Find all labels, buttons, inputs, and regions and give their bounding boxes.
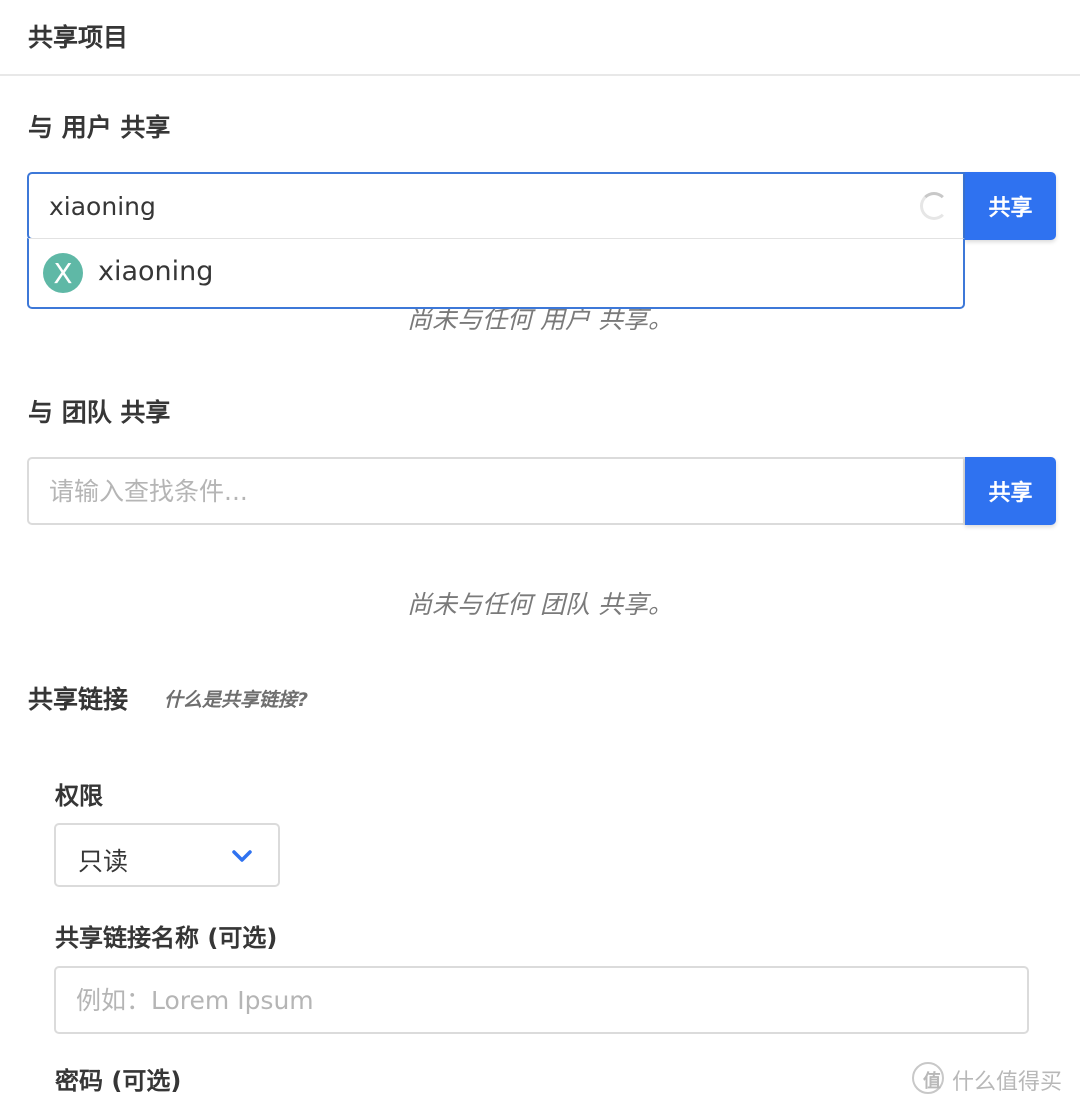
avatar-initial-icon: X: [53, 257, 72, 290]
page-title: 共享项目: [28, 23, 129, 52]
permission-label: 权限: [55, 782, 103, 810]
user-search-input[interactable]: [27, 172, 965, 240]
share-with-team-button[interactable]: 共享: [965, 457, 1056, 525]
chevron-down-icon: [232, 850, 252, 862]
team-search-input[interactable]: [27, 457, 965, 525]
share-link-name-label: 共享链接名称 (可选): [55, 924, 278, 952]
avatar: X: [43, 253, 83, 293]
team-share-row: 共享: [27, 457, 1056, 525]
permission-select-value: 只读: [78, 847, 129, 876]
watermark-logo-icon: 值: [912, 1062, 944, 1094]
loading-spinner-icon: [920, 192, 948, 220]
avatar-initial: X: [53, 257, 72, 290]
share-link-name-input[interactable]: [54, 966, 1029, 1034]
share-link-title: 共享链接: [28, 685, 129, 714]
permission-select[interactable]: 只读: [54, 823, 280, 887]
share-link-help-link[interactable]: 什么是共享链接?: [164, 685, 308, 712]
share-with-user-button[interactable]: 共享: [965, 172, 1056, 240]
team-share-title: 与 团队 共享: [28, 398, 171, 427]
user-suggestion-item[interactable]: X xiaoning: [29, 239, 963, 307]
panel-header: 共享项目: [0, 0, 1080, 76]
user-share-row: 共享: [27, 172, 1056, 240]
password-label: 密码 (可选): [55, 1067, 182, 1095]
user-share-title: 与 用户 共享: [28, 113, 171, 142]
user-suggestion-name: xiaoning: [98, 256, 214, 287]
watermark-text: 什么值得买: [952, 1070, 1063, 1095]
user-suggestion-dropdown: X xiaoning: [27, 238, 965, 309]
team-share-empty-note: 尚未与任何 团队 共享。: [407, 590, 673, 619]
